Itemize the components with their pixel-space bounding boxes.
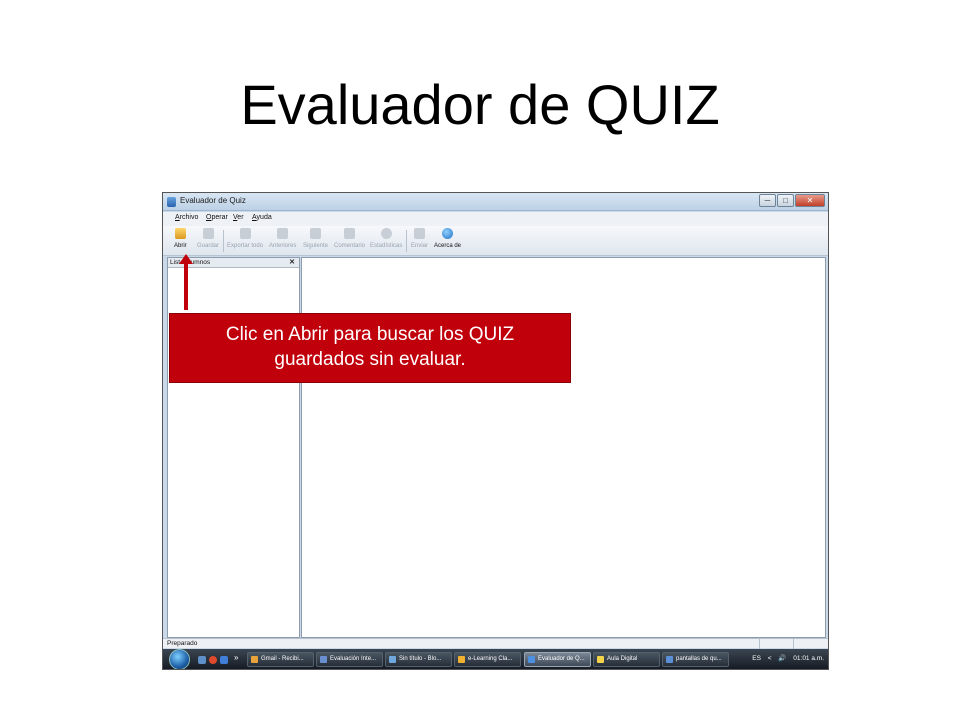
taskbar-item-label: Sin título - Blo... xyxy=(399,656,442,662)
callout-line-1: Clic en Abrir para buscar los QUIZ xyxy=(225,324,515,345)
help-icon xyxy=(442,228,453,239)
start-button[interactable] xyxy=(169,649,190,669)
toolbar-separator xyxy=(223,230,224,252)
taskbar-item-label: Gmail - Recibi... xyxy=(261,656,304,662)
menu-operar[interactable]: Operar xyxy=(206,214,228,221)
folder-icon xyxy=(458,656,465,663)
next-button[interactable]: Siguiente xyxy=(303,228,328,249)
quicklaunch-more[interactable]: » xyxy=(234,653,238,662)
document-icon xyxy=(320,656,327,663)
comment-icon xyxy=(344,228,355,239)
taskbar-item-label: Aula Digital xyxy=(607,656,638,662)
taskbar-item-label: Evaluador de Q... xyxy=(538,656,585,662)
send-icon xyxy=(414,228,425,239)
menu-ver[interactable]: Ver xyxy=(233,214,244,221)
arrow-up-icon xyxy=(277,228,289,239)
taskbar-item-elearning[interactable]: e-Learning Cla... xyxy=(454,652,521,667)
about-button[interactable]: Acerca de xyxy=(434,228,461,249)
taskbar-item-label: e-Learning Cla... xyxy=(468,656,513,662)
stats-label: Estadísticas xyxy=(370,243,403,249)
comment-label: Comentario xyxy=(334,243,366,249)
arrow-down-icon xyxy=(310,228,322,239)
language-indicator[interactable]: ES xyxy=(752,655,761,662)
title-bar[interactable]: Evaluador de Quiz ─ □ ✕ xyxy=(163,193,828,211)
show-desktop-icon[interactable] xyxy=(198,656,206,664)
open-label: Abrir xyxy=(174,243,187,249)
taskbar: » Gmail - Recibi... Evaluación Inte... S… xyxy=(163,649,828,669)
stats-button[interactable]: Estadísticas xyxy=(370,228,402,249)
app-window: Evaluador de Quiz ─ □ ✕ Archivo Operar V… xyxy=(162,192,829,670)
export-all-button[interactable]: Exportar todo xyxy=(227,228,263,249)
send-label: Enviar xyxy=(411,243,429,249)
comment-button[interactable]: Comentario xyxy=(334,228,365,249)
maximize-button[interactable]: □ xyxy=(777,194,794,207)
taskbar-item-gmail[interactable]: Gmail - Recibi... xyxy=(247,652,314,667)
about-label: Acerca de xyxy=(434,243,462,249)
toolbar: Abrir Guardar Exportar todo Anteriores S… xyxy=(163,226,828,256)
menu-ayuda[interactable]: Ayuda xyxy=(252,214,272,221)
status-divider xyxy=(759,639,760,649)
send-button[interactable]: Enviar xyxy=(411,228,428,249)
stats-icon xyxy=(380,228,392,239)
slide-title: Evaluador de QUIZ xyxy=(240,73,720,136)
next-label: Siguiente xyxy=(303,243,329,249)
save-button[interactable]: Guardar xyxy=(197,228,219,249)
notepad-icon xyxy=(389,656,396,663)
callout-line-2: guardados sin evaluar. xyxy=(274,349,466,370)
folder-icon xyxy=(597,656,604,663)
taskbar-item-label: Evaluación Inte... xyxy=(330,656,377,662)
pointer-arrow-icon xyxy=(179,254,193,310)
window-title: Evaluador de Quiz xyxy=(180,196,246,205)
chrome-icon[interactable] xyxy=(209,656,217,664)
previous-button[interactable]: Anteriores xyxy=(269,228,296,249)
previous-label: Anteriores xyxy=(269,243,297,249)
taskbar-item-evaluador[interactable]: Evaluador de Q... xyxy=(524,652,591,667)
status-divider xyxy=(793,639,794,649)
volume-icon[interactable]: 🔊 xyxy=(778,655,786,662)
taskbar-item-label: pantallas de qu... xyxy=(676,656,722,662)
minimize-button[interactable]: ─ xyxy=(759,194,776,207)
taskbar-item-evaluacion[interactable]: Evaluación Inte... xyxy=(316,652,383,667)
slide: Evaluador de QUIZ Evaluador de Quiz ─ □ … xyxy=(0,0,960,720)
save-label: Guardar xyxy=(197,243,220,249)
window-controls: ─ □ ✕ xyxy=(758,194,825,207)
taskbar-item-notepad[interactable]: Sin título - Blo... xyxy=(385,652,452,667)
taskbar-item-pantallas[interactable]: pantallas de qu... xyxy=(662,652,729,667)
taskbar-item-aula-digital[interactable]: Aula Digital xyxy=(593,652,660,667)
switch-windows-icon[interactable] xyxy=(220,656,228,664)
instruction-callout: Clic en Abrir para buscar los QUIZ guard… xyxy=(169,313,571,383)
status-text: Preparado xyxy=(167,640,198,647)
tray-expand-icon[interactable]: < xyxy=(768,655,772,662)
export-icon xyxy=(239,228,251,239)
export-all-label: Exportar todo xyxy=(227,243,264,249)
status-bar: Preparado xyxy=(163,638,828,649)
browser-icon xyxy=(251,656,258,663)
menu-archivo[interactable]: Archivo xyxy=(175,214,198,221)
open-button[interactable]: Abrir xyxy=(174,228,187,249)
document-icon xyxy=(666,656,673,663)
app-icon xyxy=(167,197,176,207)
folder-open-icon xyxy=(174,228,186,239)
close-button[interactable]: ✕ xyxy=(795,194,825,207)
menu-bar: Archivo Operar Ver Ayuda xyxy=(163,212,828,226)
save-icon xyxy=(202,228,214,239)
app-icon xyxy=(528,656,535,663)
panel-close-icon[interactable]: ✕ xyxy=(289,258,295,266)
clock[interactable]: 01:01 a.m. xyxy=(793,655,824,662)
toolbar-separator xyxy=(406,230,407,252)
system-tray: ES < 🔊 01:01 a.m. xyxy=(747,654,824,662)
